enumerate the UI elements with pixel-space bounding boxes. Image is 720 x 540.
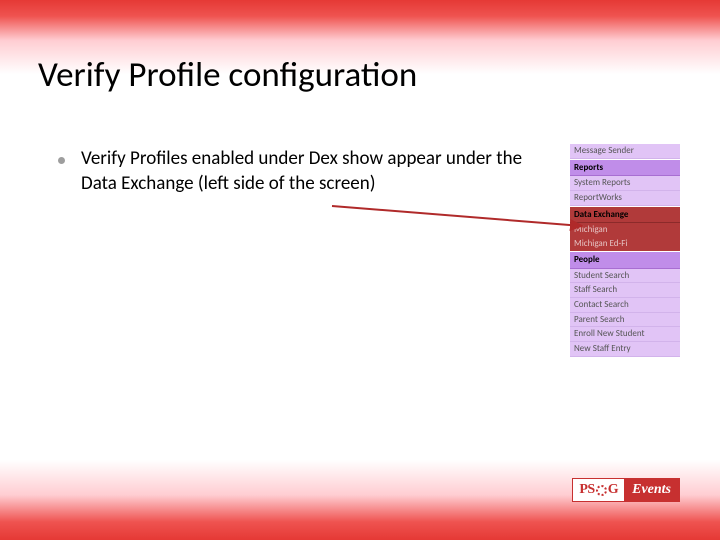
- sidebar-item-label: Student Search: [570, 269, 680, 284]
- logo-ps: PS: [579, 482, 594, 498]
- sidebar-item-label: Staff Search: [570, 283, 680, 298]
- sidebar-section-header: Reports: [570, 159, 680, 177]
- bullet-text: Verify Profiles enabled under Dex show a…: [81, 147, 523, 196]
- slide-title: Verify Profile configuration: [38, 54, 417, 96]
- sidebar-screenshot: Message Sender Reports System Reports Re…: [570, 144, 680, 357]
- bullet-dot-icon: [58, 157, 65, 164]
- sidebar-item-label: Message Sender: [570, 144, 680, 159]
- logo-right: Events: [624, 479, 679, 501]
- sidebar-item-label: Contact Search: [570, 298, 680, 313]
- sidebar-item-label: Enroll New Student: [570, 327, 680, 342]
- sidebar-item-label: New Staff Entry: [570, 342, 680, 357]
- sidebar-item-label: System Reports: [570, 176, 680, 191]
- sidebar-item-label: Michigan Ed-Fi: [570, 237, 680, 251]
- logo-left: PS G: [573, 479, 624, 501]
- psug-events-logo: PS G Events: [572, 478, 680, 502]
- sidebar-item-label: Parent Search: [570, 313, 680, 328]
- logo-g: G: [608, 482, 618, 498]
- gear-icon: [596, 485, 607, 496]
- arrow-icon: [330, 202, 590, 236]
- sidebar-section-header: People: [570, 251, 680, 269]
- bullet-item: Verify Profiles enabled under Dex show a…: [58, 147, 523, 196]
